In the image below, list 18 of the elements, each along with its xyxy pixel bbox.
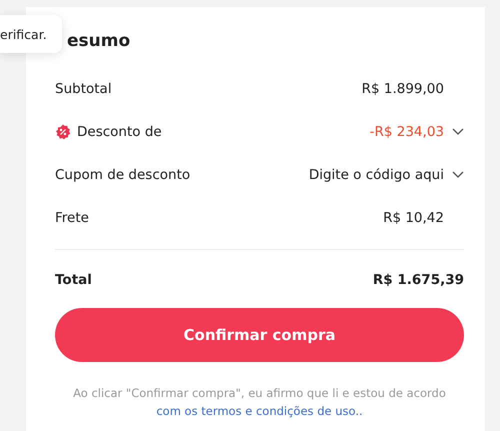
terms-link[interactable]: com os termos e condições de uso..	[156, 404, 363, 418]
row-label: Subtotal	[55, 80, 112, 96]
discount-icon	[55, 124, 71, 140]
row-label: Cupom de desconto	[55, 166, 190, 182]
row-value: R$ 1.899,00	[362, 80, 444, 96]
row-value: R$ 10,42	[383, 210, 444, 226]
total-label: Total	[55, 272, 92, 288]
chevron-down-icon[interactable]	[452, 170, 464, 178]
terms-note: Ao clicar "Confirmar compra", eu afirmo que li e estou de acordo com os termos e condições de uso..	[72, 385, 447, 420]
total-value: R$ 1.675,39	[372, 272, 464, 288]
row-value[interactable]: -R$ 234,03	[370, 124, 444, 140]
row-label: Desconto de	[77, 124, 162, 140]
row-value[interactable]: Digite o código aqui	[308, 166, 444, 182]
row-label: Frete	[55, 210, 89, 226]
tooltip: erificar.	[0, 15, 62, 53]
confirm-button[interactable]: Confirmar compra	[55, 308, 464, 362]
chevron-down-icon[interactable]	[452, 128, 464, 136]
summary-title: esumo	[66, 30, 132, 53]
